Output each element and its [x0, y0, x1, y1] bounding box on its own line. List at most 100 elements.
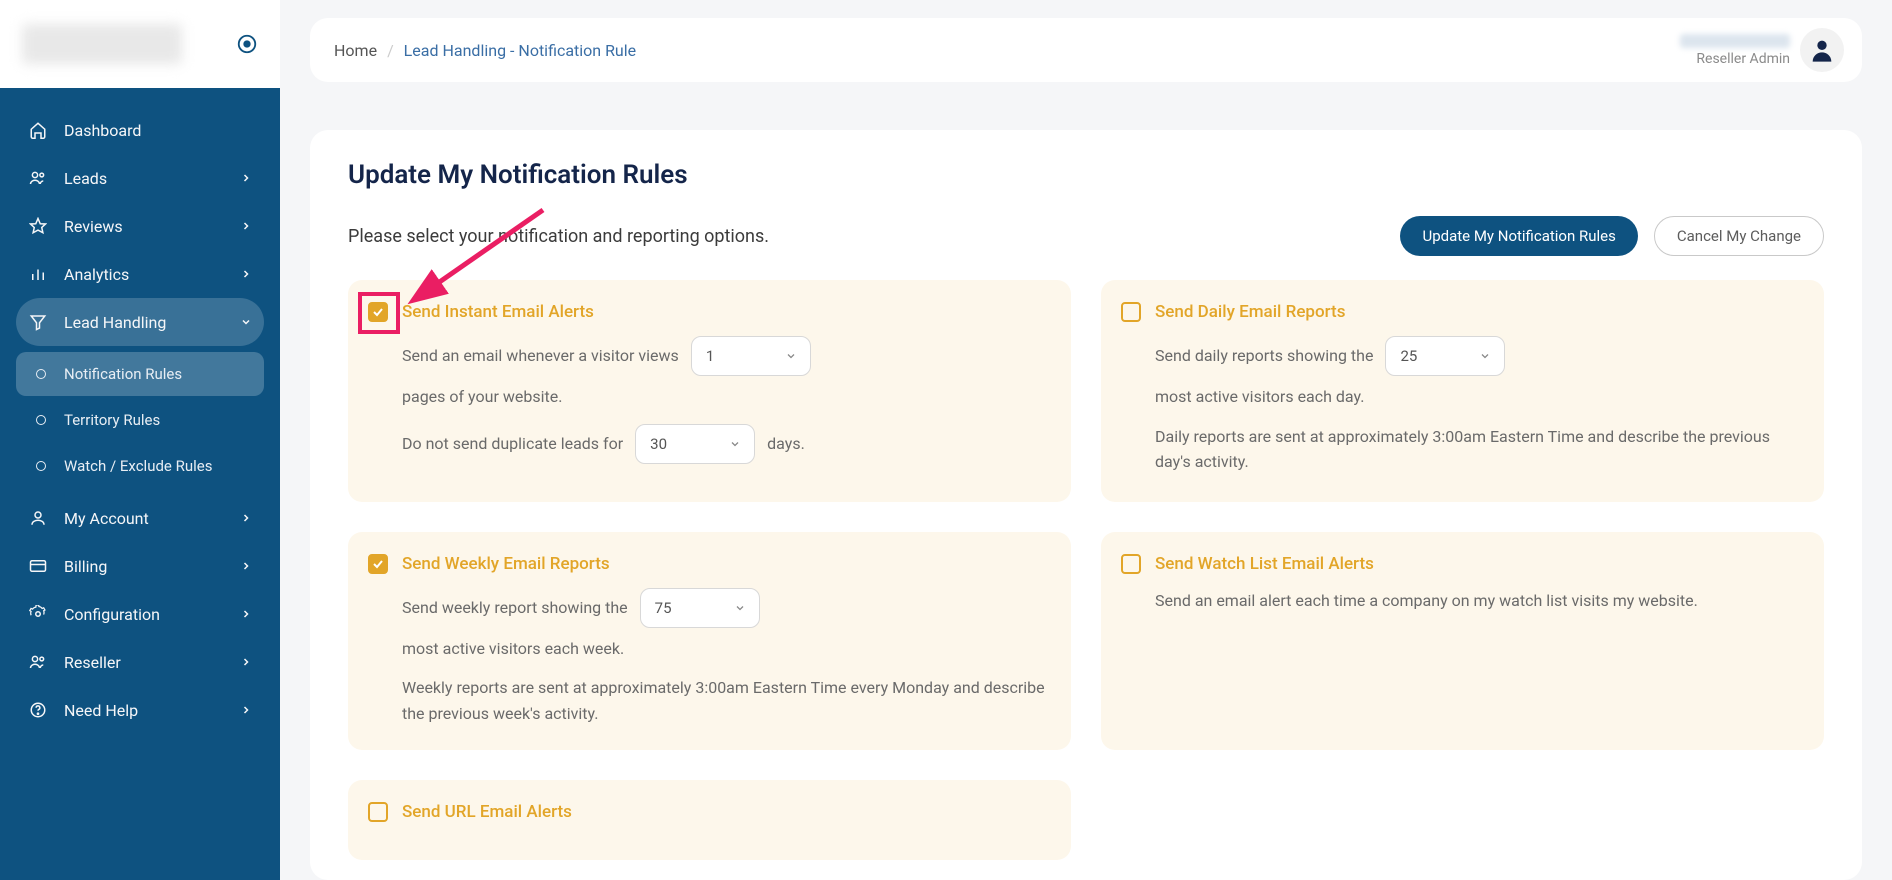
card-title: Send Daily Email Reports — [1155, 302, 1345, 322]
chevron-right-icon — [240, 560, 252, 572]
text: Do not send duplicate leads for — [402, 431, 623, 457]
update-button[interactable]: Update My Notification Rules — [1400, 216, 1637, 256]
card-icon — [28, 557, 48, 575]
checkbox-watch[interactable] — [1121, 554, 1141, 574]
sidebar-item-label: Dashboard — [64, 121, 141, 140]
home-icon — [28, 121, 48, 139]
breadcrumb-current: Lead Handling - Notification Rule — [404, 41, 636, 60]
card-watch-alerts: Send Watch List Email Alerts Send an ema… — [1101, 532, 1824, 751]
select-daily-count[interactable]: 25 — [1385, 336, 1505, 376]
breadcrumb: Home / Lead Handling - Notification Rule — [334, 41, 636, 60]
sidebar-item-label: Lead Handling — [64, 313, 166, 332]
star-icon — [28, 217, 48, 235]
instruction-text: Please select your notification and repo… — [348, 226, 769, 247]
avatar-icon — [1808, 36, 1836, 64]
subnav-territory-rules[interactable]: Territory Rules — [16, 398, 264, 442]
page-title: Update My Notification Rules — [348, 160, 1824, 190]
content: Update My Notification Rules Please sele… — [310, 130, 1862, 880]
filter-icon — [28, 313, 48, 331]
sidebar-item-reviews[interactable]: Reviews — [16, 202, 264, 250]
avatar[interactable] — [1800, 28, 1844, 72]
user-name — [1680, 34, 1790, 48]
actions-row: Please select your notification and repo… — [348, 216, 1824, 256]
chevron-right-icon — [240, 268, 252, 280]
text: most active visitors each week. — [402, 636, 624, 662]
sidebar-item-my-account[interactable]: My Account — [16, 494, 264, 542]
sidebar-item-need-help[interactable]: Need Help — [16, 686, 264, 734]
text: Send an email whenever a visitor views — [402, 343, 679, 369]
gear-icon — [28, 605, 48, 623]
chevron-right-icon — [240, 704, 252, 716]
card-weekly-reports: Send Weekly Email Reports Send weekly re… — [348, 532, 1071, 751]
sidebar-item-label: Reviews — [64, 217, 123, 236]
chevron-right-icon — [240, 220, 252, 232]
sidebar-item-label: My Account — [64, 509, 149, 528]
breadcrumb-home[interactable]: Home — [334, 41, 377, 60]
sidebar-item-analytics[interactable]: Analytics — [16, 250, 264, 298]
circle-icon — [36, 369, 46, 379]
circle-icon — [36, 461, 46, 471]
sidebar-item-label: Need Help — [64, 701, 138, 720]
breadcrumb-separator: / — [387, 41, 394, 60]
sidebar-item-lead-handling[interactable]: Lead Handling — [16, 298, 264, 346]
sidebar-item-label: Analytics — [64, 265, 129, 284]
text: Send an email alert each time a company … — [1155, 588, 1800, 614]
sidebar-item-reseller[interactable]: Reseller — [16, 638, 264, 686]
checkbox-daily[interactable] — [1121, 302, 1141, 322]
sidebar-item-label: Billing — [64, 557, 107, 576]
user-icon — [28, 509, 48, 527]
user-area: Reseller Admin — [1680, 34, 1790, 67]
main: Home / Lead Handling - Notification Rule… — [280, 0, 1892, 880]
sidebar: Dashboard Leads Reviews Analytics Lead H… — [0, 0, 280, 880]
user-role: Reseller Admin — [1696, 51, 1790, 67]
logo — [22, 24, 182, 64]
cards-grid: Send Instant Email Alerts Send an email … — [348, 280, 1824, 860]
subnav-label: Watch / Exclude Rules — [64, 457, 212, 475]
circle-icon — [36, 415, 46, 425]
help-icon — [28, 701, 48, 719]
subnav: Notification Rules Territory Rules Watch… — [16, 346, 264, 494]
card-url-alerts: Send URL Email Alerts — [348, 780, 1071, 860]
select-weekly-count[interactable]: 75 — [640, 588, 760, 628]
sidebar-item-billing[interactable]: Billing — [16, 542, 264, 590]
logo-area — [0, 0, 280, 88]
people-icon — [28, 653, 48, 671]
sidebar-item-leads[interactable]: Leads — [16, 154, 264, 202]
select-days[interactable]: 30 — [635, 424, 755, 464]
cancel-button[interactable]: Cancel My Change — [1654, 216, 1824, 256]
checkbox-url[interactable] — [368, 802, 388, 822]
card-instant-alerts: Send Instant Email Alerts Send an email … — [348, 280, 1071, 502]
topbar: Home / Lead Handling - Notification Rule… — [310, 18, 1862, 82]
text: days. — [767, 431, 805, 457]
target-icon[interactable] — [236, 33, 258, 55]
text: Send daily reports showing the — [1155, 343, 1373, 369]
text: most active visitors each day. — [1155, 384, 1364, 410]
chevron-right-icon — [240, 608, 252, 620]
sidebar-item-label: Reseller — [64, 653, 121, 672]
annotation-highlight — [358, 292, 400, 334]
sidebar-item-configuration[interactable]: Configuration — [16, 590, 264, 638]
note-text: Daily reports are sent at approximately … — [1155, 424, 1800, 475]
card-title: Send URL Email Alerts — [402, 802, 572, 822]
card-title: Send Weekly Email Reports — [402, 554, 610, 574]
card-title: Send Watch List Email Alerts — [1155, 554, 1374, 574]
chart-icon — [28, 265, 48, 283]
text: pages of your website. — [402, 384, 562, 410]
card-title: Send Instant Email Alerts — [402, 302, 594, 322]
people-icon — [28, 169, 48, 187]
nav: Dashboard Leads Reviews Analytics Lead H… — [0, 88, 280, 734]
subnav-notification-rules[interactable]: Notification Rules — [16, 352, 264, 396]
subnav-watch-exclude-rules[interactable]: Watch / Exclude Rules — [16, 444, 264, 488]
subnav-label: Notification Rules — [64, 365, 182, 383]
select-pages[interactable]: 1 — [691, 336, 811, 376]
text: Send weekly report showing the — [402, 595, 628, 621]
checkbox-weekly[interactable] — [368, 554, 388, 574]
chevron-down-icon — [240, 316, 252, 328]
sidebar-item-label: Leads — [64, 169, 107, 188]
card-daily-reports: Send Daily Email Reports Send daily repo… — [1101, 280, 1824, 502]
sidebar-item-label: Configuration — [64, 605, 160, 624]
chevron-right-icon — [240, 656, 252, 668]
subnav-label: Territory Rules — [64, 411, 160, 429]
sidebar-item-dashboard[interactable]: Dashboard — [16, 106, 264, 154]
chevron-right-icon — [240, 172, 252, 184]
